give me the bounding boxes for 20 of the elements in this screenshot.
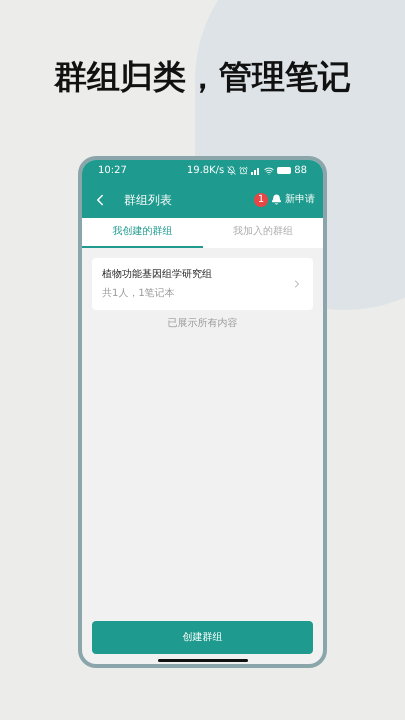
end-note: 已展示所有内容	[166, 316, 238, 330]
group-meta: 共1人，1笔记本	[102, 286, 176, 300]
signal-icon	[251, 166, 262, 174]
tab[interactable]: 我创建的群组	[82, 218, 202, 248]
group-card[interactable]: 植物功能基因组学研究组 共1人，1笔记本	[92, 258, 313, 310]
wifi-icon	[264, 166, 274, 176]
bell-icon[interactable]	[271, 194, 282, 205]
headline: 群组归类，管理笔记	[54, 56, 351, 98]
mute-icon	[227, 166, 236, 175]
battery-icon	[277, 167, 292, 174]
create-group-button[interactable]: 创建群组	[92, 620, 313, 654]
page-title: 群组列表	[124, 192, 172, 208]
status-time: 10:27	[98, 164, 127, 178]
battery-level: 88	[294, 164, 307, 178]
alarm-icon	[239, 166, 248, 175]
group-name: 植物功能基因组学研究组	[102, 268, 213, 282]
new-requests-button[interactable]: 新申请	[285, 192, 315, 207]
network-speed: 19.8K/s	[186, 164, 224, 178]
notification-badge: 1	[254, 192, 268, 206]
tab[interactable]: 我加入的群组	[202, 218, 323, 248]
